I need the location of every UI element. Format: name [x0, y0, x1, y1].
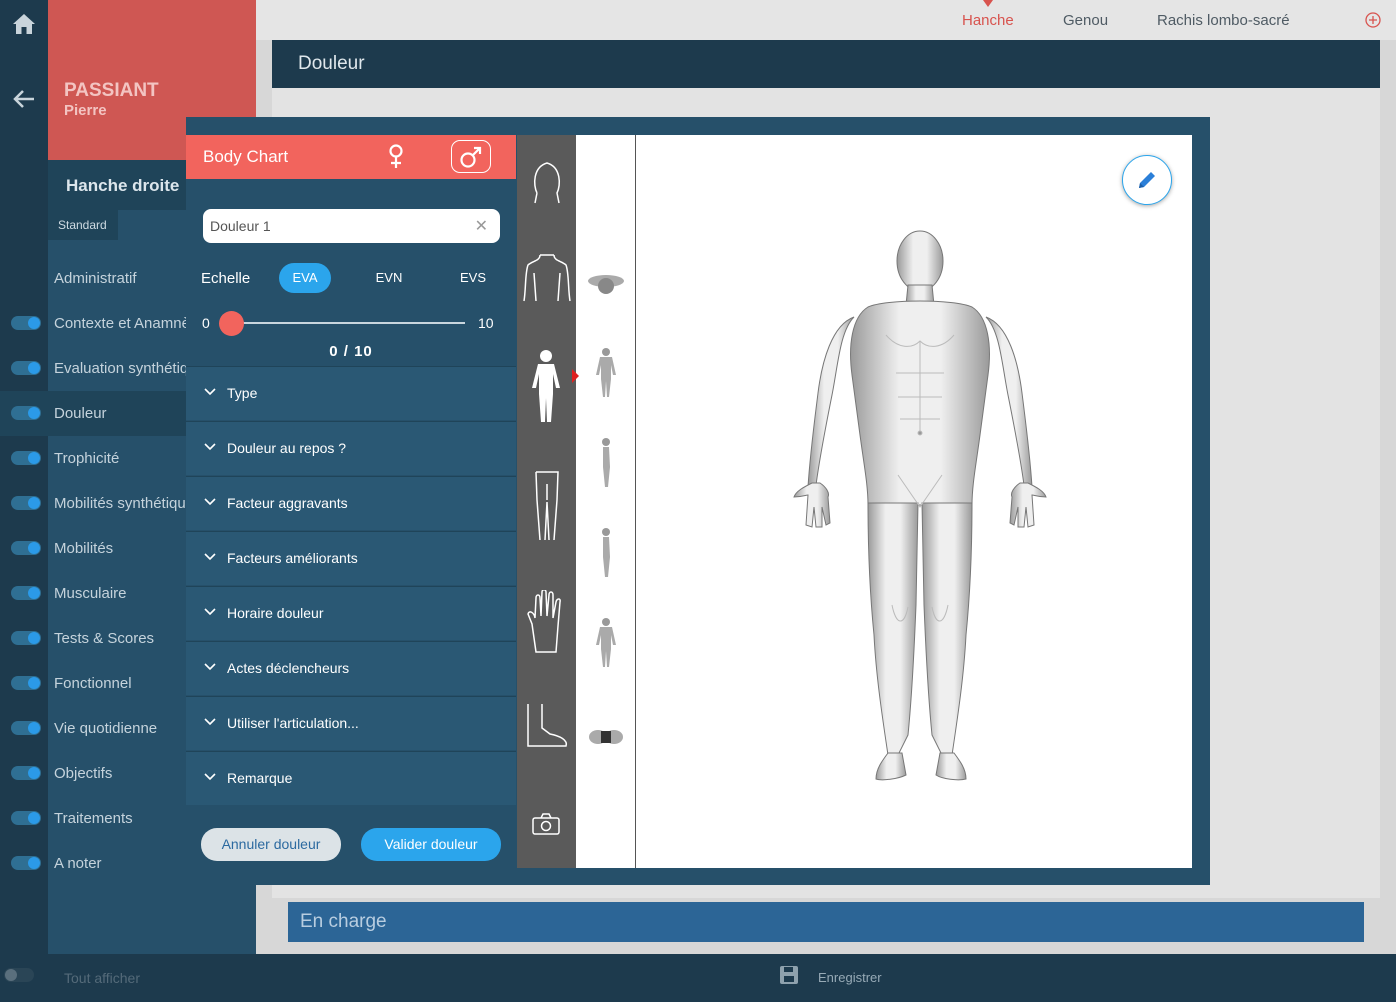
- section-toggle[interactable]: [11, 541, 41, 555]
- male-icon: [460, 146, 482, 168]
- add-tab-icon[interactable]: [1365, 12, 1381, 28]
- active-tab-marker-icon: [983, 0, 993, 7]
- view-thumbnails: [572, 135, 636, 868]
- top-tabs: Hanche Genou Rachis lombo-sacré: [256, 0, 1396, 40]
- section-toggle[interactable]: [11, 586, 41, 600]
- section-toggle[interactable]: [11, 721, 41, 735]
- chevron-down-icon: [204, 498, 216, 506]
- section-toggle[interactable]: [11, 766, 41, 780]
- body-chart-header: Body Chart: [186, 135, 516, 179]
- scale-eva-button[interactable]: EVA: [279, 263, 331, 293]
- section-toggle[interactable]: [11, 406, 41, 420]
- pencil-icon: [1139, 172, 1155, 188]
- slider-value: 0 / 10: [329, 343, 373, 360]
- chevron-down-icon: [204, 553, 216, 561]
- page-section-title: Douleur: [298, 53, 365, 74]
- view-top-thumbnail[interactable]: [586, 268, 626, 298]
- accordion-label: Type: [227, 385, 258, 401]
- selected-view-marker-icon: [572, 369, 579, 383]
- tab-hanche[interactable]: Hanche: [962, 12, 1014, 29]
- cancel-pain-button[interactable]: Annuler douleur: [201, 828, 341, 861]
- pain-slider-track[interactable]: [231, 322, 465, 324]
- scale-evs-button[interactable]: EVS: [447, 263, 499, 293]
- torso-region-icon[interactable]: [522, 251, 572, 305]
- save-button[interactable]: Enregistrer: [818, 970, 882, 985]
- accordion-label: Remarque: [227, 770, 293, 786]
- scale-label: Echelle: [201, 270, 251, 287]
- section-toggle[interactable]: [11, 631, 41, 645]
- tab-standard[interactable]: Standard: [48, 210, 118, 240]
- accordion-label: Horaire douleur: [227, 605, 324, 621]
- view-front-thumbnail[interactable]: [594, 347, 618, 399]
- chevron-down-icon: [204, 773, 216, 781]
- section-toggle[interactable]: [11, 451, 41, 465]
- patient-last-name: PASSIANT: [64, 80, 159, 101]
- section-toggle[interactable]: [11, 316, 41, 330]
- legs-region-icon[interactable]: [533, 470, 561, 542]
- draw-button[interactable]: [1122, 155, 1172, 205]
- show-all-label[interactable]: Tout afficher: [64, 970, 140, 986]
- tab-genou[interactable]: Genou: [1063, 12, 1108, 29]
- foot-region-icon[interactable]: [524, 702, 570, 750]
- full-body-region-icon[interactable]: [530, 348, 562, 424]
- pain-name-input[interactable]: [203, 209, 453, 243]
- section-toggle[interactable]: [11, 496, 41, 510]
- scale-evn-button[interactable]: EVN: [363, 263, 415, 293]
- accordion-section-7[interactable]: Remarque: [186, 751, 516, 805]
- accordion-section-2[interactable]: Facteur aggravants: [186, 476, 516, 530]
- accordion-label: Actes déclencheurs: [227, 660, 350, 676]
- section-title-text: Hanche droite: [66, 176, 180, 195]
- accordion-section-5[interactable]: Actes déclencheurs: [186, 641, 516, 695]
- view-side-right-thumbnail[interactable]: [598, 527, 614, 579]
- accordion-section-3[interactable]: Facteurs améliorants: [186, 531, 516, 585]
- pain-name-field[interactable]: ✕: [203, 209, 500, 243]
- section-toggle[interactable]: [11, 676, 41, 690]
- accordion-label: Douleur au repos ?: [227, 440, 347, 456]
- view-bottom-thumbnail[interactable]: [586, 725, 626, 751]
- male-button[interactable]: [451, 140, 491, 173]
- head-region-icon[interactable]: [529, 157, 565, 205]
- patient-first-name: Pierre: [64, 102, 107, 119]
- back-arrow-icon[interactable]: [10, 85, 38, 113]
- section-toggle[interactable]: [11, 811, 41, 825]
- female-icon[interactable]: [388, 144, 404, 170]
- accordion-section-6[interactable]: Utiliser l'articulation...: [186, 696, 516, 750]
- tab-rachis[interactable]: Rachis lombo-sacré: [1157, 12, 1290, 29]
- accordion-section-4[interactable]: Horaire douleur: [186, 586, 516, 640]
- accordion-label: Facteur aggravants: [227, 495, 348, 511]
- en-charge-title: En charge: [300, 911, 387, 932]
- bottom-bar: Tout afficher Enregistrer: [4, 954, 1396, 1002]
- validate-pain-button[interactable]: Valider douleur: [361, 828, 501, 861]
- view-side-left-thumbnail[interactable]: [598, 437, 614, 489]
- accordion-label: Utiliser l'articulation...: [227, 715, 359, 731]
- chevron-down-icon: [204, 388, 216, 396]
- slider-max-label: 10: [478, 315, 494, 331]
- human-body-model[interactable]: [636, 135, 1192, 868]
- chevron-down-icon: [204, 718, 216, 726]
- accordion-label: Facteurs améliorants: [227, 550, 358, 566]
- page-section-header: Douleur: [272, 40, 1380, 88]
- accordion-section-0[interactable]: Type: [186, 366, 516, 420]
- body-3d-viewer[interactable]: [636, 135, 1192, 868]
- hand-region-icon[interactable]: [526, 590, 566, 654]
- show-all-toggle[interactable]: [4, 968, 34, 982]
- view-back-thumbnail[interactable]: [594, 617, 618, 669]
- body-region-selector: [517, 135, 576, 868]
- home-icon[interactable]: [10, 10, 38, 38]
- chevron-down-icon: [204, 663, 216, 671]
- body-chart-title: Body Chart: [203, 147, 289, 166]
- section-toggle[interactable]: [11, 361, 41, 375]
- en-charge-header[interactable]: En charge: [288, 902, 1364, 942]
- chevron-down-icon: [204, 608, 216, 616]
- pain-slider-handle[interactable]: [219, 311, 244, 336]
- save-icon[interactable]: [778, 964, 800, 986]
- section-toggle[interactable]: [11, 856, 41, 870]
- slider-min-label: 0: [202, 315, 210, 331]
- camera-icon[interactable]: [532, 813, 560, 835]
- chevron-down-icon: [204, 443, 216, 451]
- clear-icon[interactable]: ✕: [475, 216, 488, 236]
- accordion-section-1[interactable]: Douleur au repos ?: [186, 421, 516, 475]
